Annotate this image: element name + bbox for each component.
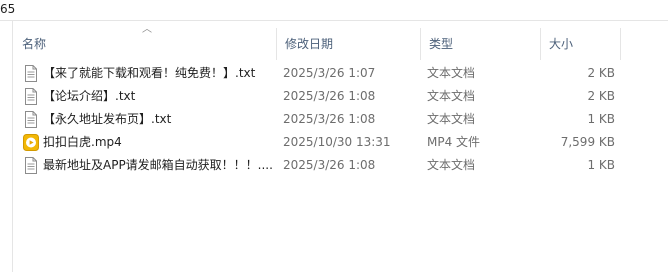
file-list: 【来了就能下载和观看！纯免费！】.txt 2025/3/26 1:07 文本文档…: [13, 62, 668, 177]
file-type: 文本文档: [427, 89, 476, 103]
column-header-date-label: 修改日期: [285, 37, 334, 51]
file-type: MP4 文件: [427, 135, 481, 149]
address-text: 65: [0, 2, 16, 16]
column-header-name-label: 名称: [22, 37, 47, 51]
file-row[interactable]: 扣扣白虎.mp4 2025/10/30 13:31 MP4 文件 7,599 K…: [13, 131, 668, 154]
text-file-icon: [25, 157, 37, 174]
file-date: 2025/10/30 13:31: [283, 135, 391, 149]
file-name: 【永久地址发布页】.txt: [43, 112, 172, 126]
file-date: 2025/3/26 1:08: [283, 112, 376, 126]
file-row[interactable]: 【论坛介绍】.txt 2025/3/26 1:08 文本文档 2 KB: [13, 85, 668, 108]
file-name: 【来了就能下载和观看！纯免费！】.txt: [43, 66, 256, 80]
file-size: 2 KB: [587, 66, 615, 80]
column-header-size[interactable]: 大小: [540, 28, 620, 60]
column-header-type-label: 类型: [429, 37, 454, 51]
video-file-icon: [23, 134, 39, 151]
file-row[interactable]: 最新地址及APP请发邮箱自动获取！！！.... 2025/3/26 1:08 文…: [13, 154, 668, 177]
file-type: 文本文档: [427, 112, 476, 126]
file-type: 文本文档: [427, 66, 476, 80]
column-header-name[interactable]: 名称: [13, 28, 276, 60]
file-type: 文本文档: [427, 158, 476, 172]
column-header-row: ︿ 名称 修改日期 类型 大小: [13, 25, 668, 60]
file-size: 7,599 KB: [560, 135, 615, 149]
file-size: 1 KB: [587, 158, 615, 172]
address-bar[interactable]: 65: [0, 0, 668, 21]
file-size: 1 KB: [587, 112, 615, 126]
column-divider[interactable]: [620, 28, 621, 60]
text-file-icon: [25, 88, 37, 105]
column-header-date[interactable]: 修改日期: [276, 28, 420, 60]
text-file-icon: [25, 111, 37, 128]
column-header-size-label: 大小: [549, 37, 574, 51]
file-row[interactable]: 【来了就能下载和观看！纯免费！】.txt 2025/3/26 1:07 文本文档…: [13, 62, 668, 85]
file-name: 【论坛介绍】.txt: [43, 89, 136, 103]
file-date: 2025/3/26 1:08: [283, 89, 376, 103]
file-row[interactable]: 【永久地址发布页】.txt 2025/3/26 1:08 文本文档 1 KB: [13, 108, 668, 131]
file-name: 最新地址及APP请发邮箱自动获取！！！....: [43, 158, 273, 172]
file-name: 扣扣白虎.mp4: [43, 135, 122, 149]
text-file-icon: [25, 65, 37, 82]
file-date: 2025/3/26 1:07: [283, 66, 376, 80]
column-header-type[interactable]: 类型: [420, 28, 540, 60]
file-date: 2025/3/26 1:08: [283, 158, 376, 172]
file-size: 2 KB: [587, 89, 615, 103]
